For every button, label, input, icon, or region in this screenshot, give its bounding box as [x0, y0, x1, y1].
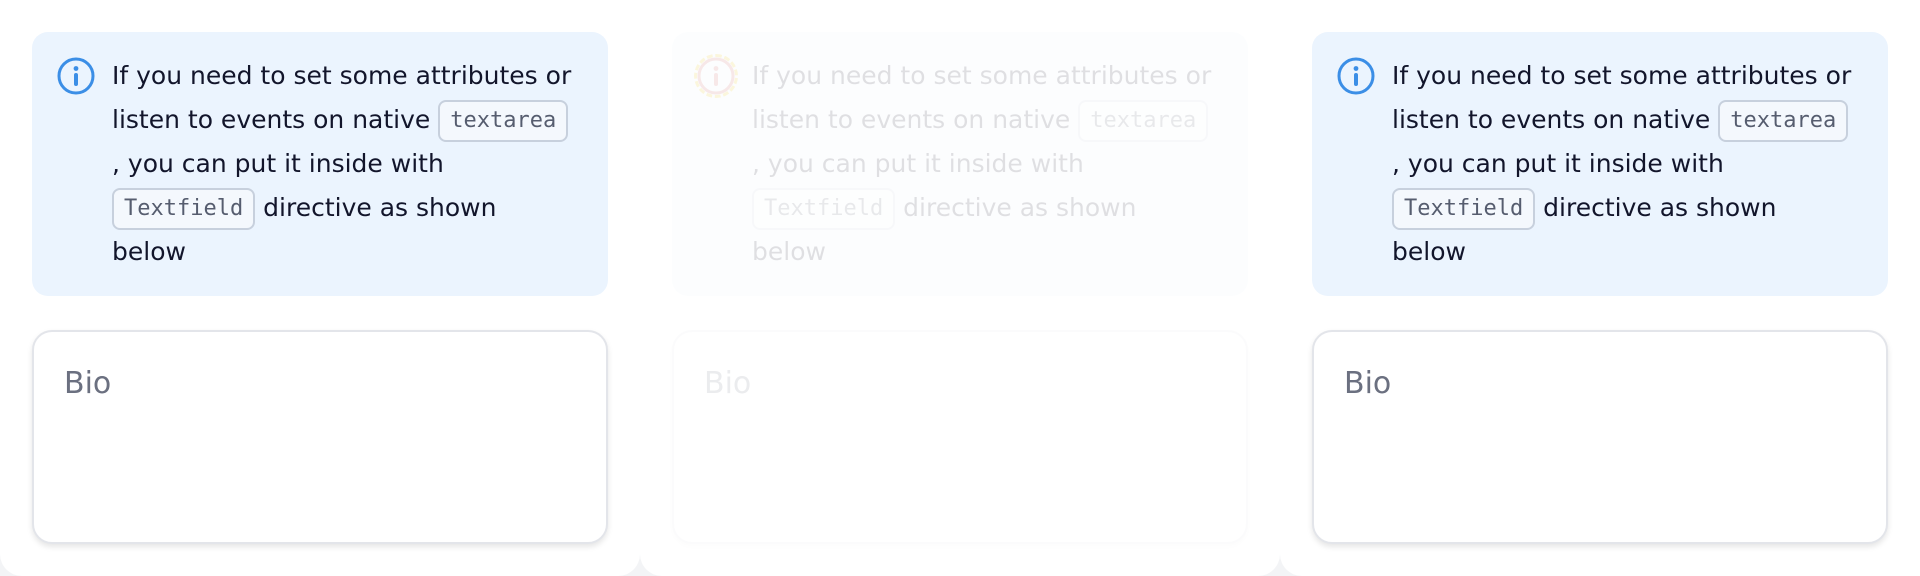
- code-snippet: textarea: [1718, 100, 1849, 142]
- alert-text-line: listen to events on native textarea: [112, 98, 582, 142]
- bio-label: Bio: [64, 366, 112, 401]
- alert-text-fragment: directive as shown: [903, 193, 1137, 222]
- alert-text-line: Textfield directive as shown: [752, 186, 1222, 230]
- demo-column: If you need to set some attributes or li…: [672, 32, 1248, 544]
- info-alert: If you need to set some attributes or li…: [672, 32, 1248, 296]
- bio-textarea[interactable]: [704, 422, 1218, 526]
- bio-textarea[interactable]: [1344, 422, 1858, 526]
- alert-text-line: If you need to set some attributes or: [752, 61, 1212, 90]
- alert-text-line: below: [112, 237, 186, 266]
- info-icon: [1336, 56, 1376, 96]
- alert-text-line: below: [752, 237, 826, 266]
- code-snippet: textarea: [438, 100, 569, 142]
- info-icon: [56, 56, 96, 96]
- bio-textarea[interactable]: [64, 422, 578, 526]
- alert-message: If you need to set some attributes or li…: [112, 54, 582, 274]
- focus-ring: [694, 54, 738, 98]
- alert-text-line: below: [1392, 237, 1466, 266]
- code-snippet: textarea: [1078, 100, 1209, 142]
- alert-text-line: listen to events on native textarea: [1392, 98, 1862, 142]
- code-snippet: Textfield: [112, 188, 256, 230]
- alert-text-line: , you can put it inside with: [752, 149, 1084, 178]
- info-alert: If you need to set some attributes or li…: [32, 32, 608, 296]
- alert-text-line: Textfield directive as shown: [1392, 186, 1862, 230]
- alert-text-fragment: directive as shown: [1543, 193, 1777, 222]
- bio-label: Bio: [1344, 366, 1392, 401]
- alert-text-fragment: directive as shown: [263, 193, 497, 222]
- info-alert: If you need to set some attributes or li…: [1312, 32, 1888, 296]
- demo-column: If you need to set some attributes or li…: [32, 32, 608, 544]
- code-snippet: Textfield: [752, 188, 896, 230]
- alert-text-fragment: listen to events on native: [752, 105, 1071, 134]
- alert-text-fragment: listen to events on native: [1392, 105, 1711, 134]
- alert-text-line: , you can put it inside with: [112, 149, 444, 178]
- bio-label: Bio: [704, 366, 752, 401]
- bio-textfield[interactable]: Bio: [32, 330, 608, 544]
- alert-text-fragment: listen to events on native: [112, 105, 431, 134]
- alert-text-line: listen to events on native textarea: [752, 98, 1222, 142]
- info-icon: [694, 54, 738, 98]
- alert-message: If you need to set some attributes or li…: [752, 54, 1222, 274]
- alert-text-line: If you need to set some attributes or: [112, 61, 572, 90]
- alert-message: If you need to set some attributes or li…: [1392, 54, 1862, 274]
- bio-textfield[interactable]: Bio: [672, 330, 1248, 544]
- bio-textfield[interactable]: Bio: [1312, 330, 1888, 544]
- demo-column: If you need to set some attributes or li…: [1312, 32, 1888, 544]
- code-snippet: Textfield: [1392, 188, 1536, 230]
- alert-text-line: If you need to set some attributes or: [1392, 61, 1852, 90]
- alert-text-line: Textfield directive as shown: [112, 186, 582, 230]
- alert-text-line: , you can put it inside with: [1392, 149, 1724, 178]
